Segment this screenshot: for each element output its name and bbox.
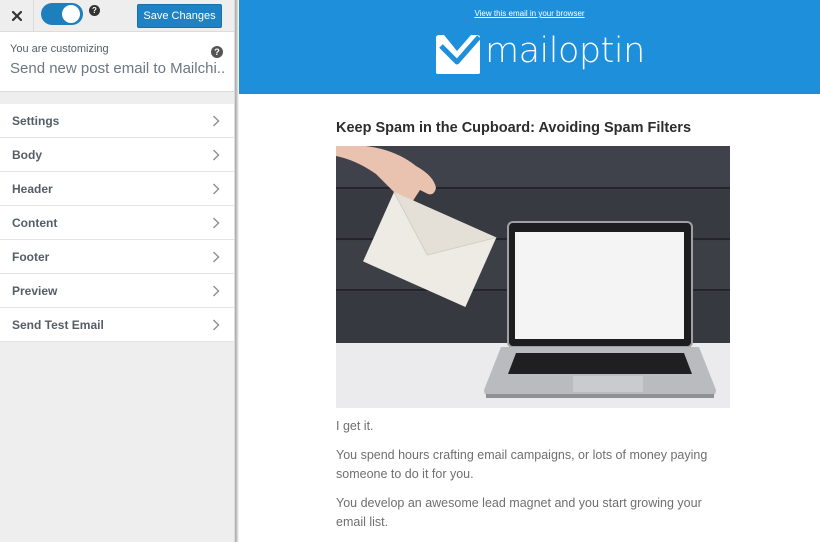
chevron-right-icon (213, 183, 220, 195)
panel-item-label: Body (12, 147, 42, 162)
article-paragraph: You spend hours crafting email campaigns… (336, 448, 708, 481)
logo-text: mailoptin (485, 31, 645, 71)
customizer-sidebar: ? Save Changes You are customizing ? Sen… (0, 0, 235, 542)
view-in-browser-link[interactable]: View this email in your browser (239, 9, 820, 18)
article-paragraph: I get it. (336, 419, 374, 433)
email-header: View this email in your browser mailopti… (239, 0, 820, 94)
chevron-right-icon (213, 217, 220, 229)
customizing-info: You are customizing ? Send new post emai… (0, 32, 234, 92)
email-article: Keep Spam in the Cupboard: Avoiding Spam… (336, 120, 731, 532)
hero-illustration (336, 146, 730, 408)
publish-toggle[interactable] (41, 3, 83, 25)
panel-item-label: Settings (12, 113, 60, 128)
toggle-knob (62, 5, 80, 23)
chevron-right-icon (213, 319, 220, 331)
customizer-topbar: ? Save Changes (0, 0, 234, 32)
envelope-check-icon (436, 35, 481, 74)
close-icon (11, 11, 22, 21)
save-changes-button[interactable]: Save Changes (137, 4, 222, 28)
customizing-help-icon[interactable]: ? (211, 46, 223, 58)
panel-item-label: Content (12, 215, 58, 230)
spacer (0, 92, 234, 104)
panel-item-label: Send Test Email (12, 317, 104, 332)
help-icon[interactable]: ? (89, 5, 100, 16)
close-button[interactable] (0, 0, 34, 32)
customizing-label: You are customizing (10, 43, 109, 55)
chevron-right-icon (213, 285, 220, 297)
panel-list: Settings Body Header Content Footer Prev… (0, 104, 234, 342)
chevron-right-icon (213, 149, 220, 161)
chevron-right-icon (213, 251, 220, 263)
panel-item-label: Footer (12, 249, 50, 264)
panel-item-content[interactable]: Content (0, 206, 234, 240)
email-preview: View this email in your browser mailopti… (239, 0, 820, 542)
article-title: Keep Spam in the Cupboard: Avoiding Spam… (336, 120, 692, 136)
article-paragraph: You develop an awesome lead magnet and y… (336, 496, 702, 529)
panel-item-preview[interactable]: Preview (0, 274, 234, 308)
panel-item-header[interactable]: Header (0, 172, 234, 206)
hero-image (336, 146, 730, 408)
panel-item-footer[interactable]: Footer (0, 240, 234, 274)
panel-item-label: Header (12, 181, 53, 196)
panel-item-settings[interactable]: Settings (0, 104, 234, 138)
mailoptin-logo: mailoptin (435, 31, 645, 76)
panel-item-label: Preview (12, 283, 58, 298)
chevron-right-icon (213, 115, 220, 127)
customizing-title: Send new post email to Mailchi... (10, 60, 225, 77)
panel-item-send-test-email[interactable]: Send Test Email (0, 308, 234, 342)
panel-item-body[interactable]: Body (0, 138, 234, 172)
